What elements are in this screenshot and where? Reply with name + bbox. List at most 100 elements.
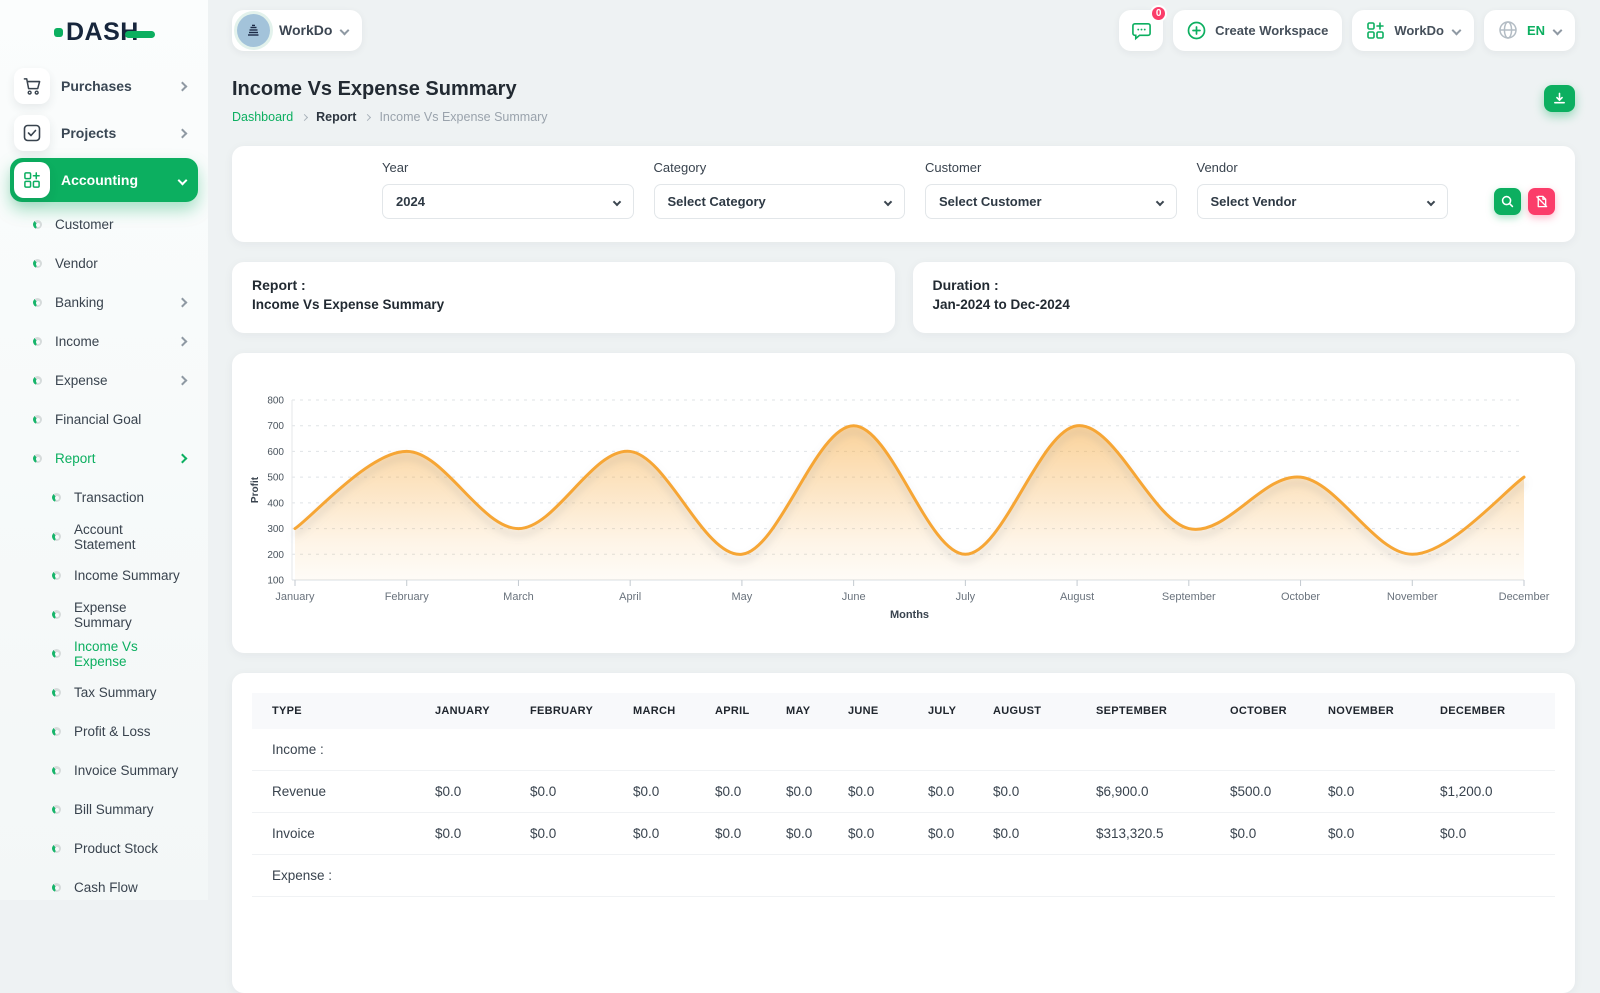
cell-invoice-november: $0.0: [1308, 813, 1420, 855]
download-icon: [1553, 92, 1566, 105]
bullet-icon: [33, 376, 42, 385]
column-header-march: MARCH: [613, 693, 695, 729]
language-selector[interactable]: EN: [1484, 10, 1575, 51]
sidebar-item-purchases[interactable]: Purchases: [10, 64, 198, 108]
chevron-right-icon: [178, 128, 188, 138]
sidebar-item-transaction[interactable]: Transaction: [0, 478, 208, 517]
svg-text:March: March: [503, 591, 534, 603]
cell-invoice-january: $0.0: [415, 813, 510, 855]
year-select[interactable]: 2024: [382, 184, 634, 219]
sidebar-item-accounting[interactable]: Accounting: [10, 158, 198, 202]
sidebar-item-vendor[interactable]: Vendor: [0, 244, 208, 283]
clear-filter-icon: [1535, 195, 1548, 208]
row-type-label: Revenue: [252, 771, 415, 813]
bullet-icon: [52, 766, 61, 775]
app-switcher-button[interactable]: WorkDo: [1352, 10, 1474, 51]
bullet-icon: [33, 337, 42, 346]
row-type-label: Invoice: [252, 813, 415, 855]
sidebar-item-label: Banking: [55, 295, 166, 310]
breadcrumb-item-income-vs-expense-summary: Income Vs Expense Summary: [379, 110, 547, 124]
sidebar-item-expense[interactable]: Expense: [0, 361, 208, 400]
sidebar-item-label: Report: [55, 451, 166, 466]
topbar-actions: 0 Create Workspace WorkDo EN: [1119, 10, 1575, 51]
sidebar-item-bill-summary[interactable]: Bill Summary: [0, 790, 208, 829]
year-label: Year: [382, 160, 634, 175]
cell-invoice-april: $0.0: [695, 813, 766, 855]
sidebar-item-income-summary[interactable]: Income Summary: [0, 556, 208, 595]
download-button[interactable]: [1544, 85, 1575, 112]
sidebar-item-label: Invoice Summary: [74, 763, 186, 778]
chevron-down-icon: [884, 197, 892, 205]
sidebar-item-label: Expense: [55, 373, 166, 388]
sidebar-item-profit-loss[interactable]: Profit & Loss: [0, 712, 208, 751]
duration-card-value: Jan-2024 to Dec-2024: [933, 297, 1556, 312]
filter-field-vendor: Vendor Select Vendor: [1197, 160, 1449, 219]
sidebar-item-label: Purchases: [61, 78, 168, 94]
category-value: Select Category: [668, 194, 766, 209]
sidebar-nav: Purchases Projects AccountingCustomerVendo…: [0, 59, 208, 900]
svg-text:July: July: [956, 591, 976, 603]
workspace-switcher[interactable]: WorkDo: [232, 10, 362, 51]
column-header-april: APRIL: [695, 693, 766, 729]
sidebar-item-income-vs-expense[interactable]: Income Vs Expense: [0, 634, 208, 673]
sidebar-item-account-statement[interactable]: Account Statement: [0, 517, 208, 556]
accounting-icon: [14, 162, 50, 198]
messages-button[interactable]: 0: [1119, 10, 1163, 51]
sidebar-item-label: Profit & Loss: [74, 724, 186, 739]
plus-circle-icon: [1187, 21, 1206, 40]
vendor-label: Vendor: [1197, 160, 1449, 175]
sidebar-item-financial-goal[interactable]: Financial Goal: [0, 400, 208, 439]
profit-area-chart: 100200300400500600700800JanuaryFebruaryM…: [232, 353, 1575, 653]
sidebar-item-customer[interactable]: Customer: [0, 205, 208, 244]
workspace-avatar: [237, 14, 270, 47]
sidebar-item-label: Expense Summary: [74, 600, 186, 630]
sidebar-item-expense-summary[interactable]: Expense Summary: [0, 595, 208, 634]
chevron-down-icon: [1155, 197, 1163, 205]
reset-filter-button[interactable]: [1528, 188, 1555, 215]
sidebar-item-invoice-summary[interactable]: Invoice Summary: [0, 751, 208, 790]
chat-icon: [1131, 20, 1152, 41]
cell-invoice-july: $0.0: [908, 813, 973, 855]
main-content: Income Vs Expense Summary Dashboard Repor…: [232, 58, 1575, 993]
app-logo[interactable]: DASH: [0, 0, 208, 59]
cell-invoice-october: $0.0: [1210, 813, 1308, 855]
sidebar-item-product-stock[interactable]: Product Stock: [0, 829, 208, 868]
breadcrumb-item-dashboard[interactable]: Dashboard: [232, 110, 293, 124]
column-header-july: JULY: [908, 693, 973, 729]
create-workspace-button[interactable]: Create Workspace: [1173, 10, 1342, 51]
sidebar-item-cash-flow[interactable]: Cash Flow: [0, 868, 208, 900]
customer-select[interactable]: Select Customer: [925, 184, 1177, 219]
sidebar-item-banking[interactable]: Banking: [0, 283, 208, 322]
cell-revenue-march: $0.0: [613, 771, 695, 813]
svg-text:January: January: [275, 591, 315, 603]
cell-invoice-march: $0.0: [613, 813, 695, 855]
logo-dash-icon: [125, 31, 155, 38]
language-label: EN: [1527, 23, 1545, 38]
category-select[interactable]: Select Category: [654, 184, 906, 219]
svg-text:100: 100: [267, 576, 284, 587]
duration-card-label: Duration :: [933, 277, 1556, 293]
column-header-june: JUNE: [828, 693, 908, 729]
svg-text:September: September: [1162, 591, 1216, 603]
chevron-right-icon: [178, 298, 188, 308]
apply-filter-button[interactable]: [1494, 188, 1521, 215]
filter-buttons: [1494, 188, 1555, 215]
customer-label: Customer: [925, 160, 1177, 175]
sidebar-item-report[interactable]: Report: [0, 439, 208, 478]
cell-revenue-april: $0.0: [695, 771, 766, 813]
filter-field-category: CategorySelect Category: [654, 160, 906, 219]
sidebar-item-income[interactable]: Income: [0, 322, 208, 361]
sidebar-item-label: Projects: [61, 125, 168, 141]
svg-text:May: May: [732, 591, 753, 603]
bullet-icon: [52, 883, 61, 892]
income-expense-table: TYPEJANUARYFEBRUARYMARCHAPRILMAYJUNEJULY…: [252, 693, 1555, 897]
bullet-icon: [52, 727, 61, 736]
breadcrumb-item-report[interactable]: Report: [316, 110, 356, 124]
chevron-right-icon: [178, 376, 188, 386]
vendor-select[interactable]: Select Vendor: [1197, 184, 1449, 219]
svg-text:April: April: [619, 591, 641, 603]
sidebar-item-tax-summary[interactable]: Tax Summary: [0, 673, 208, 712]
cell-revenue-november: $0.0: [1308, 771, 1420, 813]
sidebar-item-label: Income Summary: [74, 568, 186, 583]
sidebar-item-projects[interactable]: Projects: [10, 111, 198, 155]
